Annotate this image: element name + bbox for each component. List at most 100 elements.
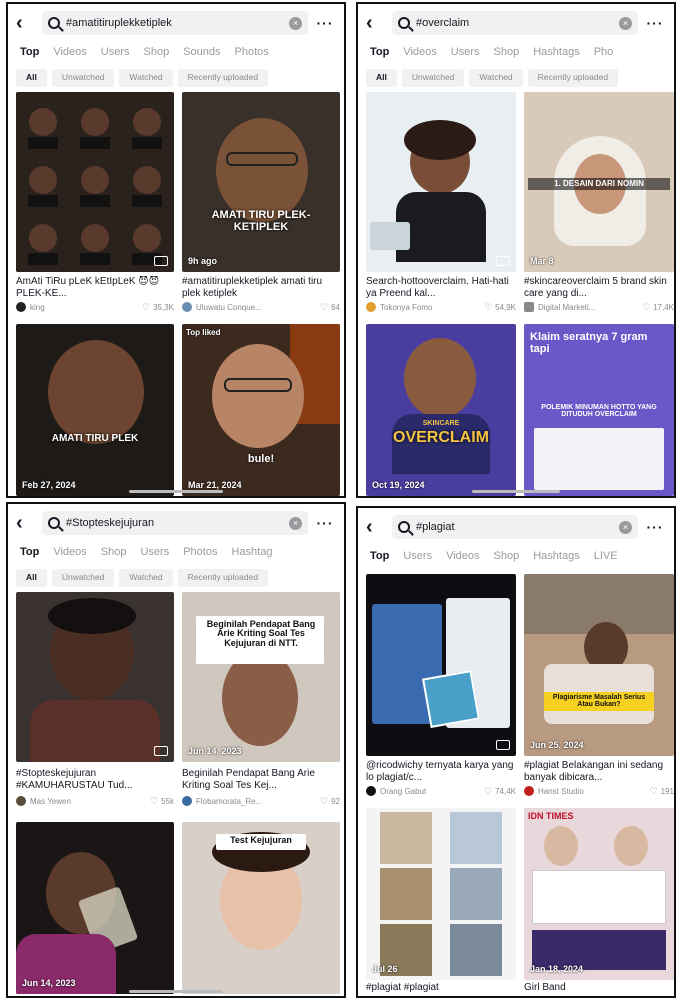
video-thumbnail[interactable]: Top liked bule! Mar 21, 2024 [182, 324, 340, 496]
tab-shop[interactable]: Shop [494, 546, 520, 570]
video-card[interactable]: Top liked bule! Mar 21, 2024 [182, 324, 340, 496]
chip-unwatched[interactable]: Unwatched [51, 569, 115, 587]
video-card[interactable]: AMATI TIRU PLEK-KETIPLEK 9h ago #amatiti… [182, 92, 340, 314]
clear-icon[interactable]: × [619, 520, 632, 534]
mute-icon[interactable] [496, 256, 510, 266]
clear-icon[interactable]: × [619, 16, 632, 30]
video-card[interactable]: Jul 26 #plagiat #plagiat [366, 808, 516, 994]
video-card[interactable]: AMATI TIRU PLEK Feb 27, 2024 [16, 324, 174, 496]
tab-videos[interactable]: Videos [446, 546, 479, 570]
chip-unwatched[interactable]: Unwatched [51, 69, 115, 87]
mute-icon[interactable] [154, 256, 168, 266]
tab-live[interactable]: LIVE [594, 546, 618, 570]
video-card[interactable]: Plagiarisme Masalah Serius Atau Bukan? J… [524, 574, 674, 800]
video-thumbnail[interactable]: Jun 14, 2023 [16, 822, 174, 994]
video-thumbnail[interactable] [366, 92, 516, 272]
username[interactable]: Digital Marketi... [538, 303, 642, 312]
video-thumbnail[interactable]: 1. DESAIN DARI NOMIN Mar 8 [524, 92, 674, 272]
tab-shop[interactable]: Shop [101, 542, 127, 566]
tab-top[interactable]: Top [20, 42, 39, 66]
tab-hashtags[interactable]: Hashtags [533, 546, 579, 570]
more-options-icon[interactable]: ··· [644, 15, 666, 31]
mute-icon[interactable] [154, 746, 168, 756]
username[interactable]: Uluwatu Conque... [196, 303, 320, 312]
video-thumbnail[interactable]: AMATI TIRU PLEK Feb 27, 2024 [16, 324, 174, 496]
video-thumbnail[interactable] [16, 592, 174, 762]
tab-top[interactable]: Top [370, 42, 389, 66]
username[interactable]: Tokonya Fomo [380, 303, 484, 312]
tab-videos[interactable]: Videos [53, 42, 86, 66]
tab-top[interactable]: Top [20, 542, 39, 566]
tab-top[interactable]: Top [370, 546, 389, 570]
video-card[interactable]: Klaim seratnya 7 gram tapi POLEMIK MINUM… [524, 324, 674, 496]
search-input[interactable]: #plagiat × [392, 515, 638, 539]
clear-icon[interactable]: × [289, 16, 302, 30]
chip-recently-uploaded[interactable]: Recently uploaded [527, 69, 619, 87]
username[interactable]: Flobamorata_Re... [196, 797, 320, 806]
tab-users[interactable]: Users [140, 542, 169, 566]
back-arrow-icon[interactable]: ‹ [366, 13, 386, 33]
video-card[interactable]: AmAti TiRu pLeK kEtIpLeK 😈😈 PLEK-KE... k… [16, 92, 174, 314]
chip-all[interactable]: All [16, 69, 47, 87]
chip-recently-uploaded[interactable]: Recently uploaded [177, 69, 269, 87]
search-input[interactable]: #Stopteskejujuran × [42, 511, 308, 535]
video-thumbnail[interactable]: IDN TIMES Jan 18, 2024 [524, 808, 674, 980]
tab-hashtags[interactable]: Hashtags [533, 42, 579, 66]
username[interactable]: Orang Gabut [380, 787, 484, 796]
avatar[interactable] [366, 302, 376, 312]
clear-icon[interactable]: × [289, 516, 302, 530]
video-thumbnail[interactable] [366, 574, 516, 756]
mute-icon[interactable] [496, 740, 510, 750]
back-arrow-icon[interactable]: ‹ [16, 13, 36, 33]
search-input[interactable]: #amatitiruplekketiplek × [42, 11, 308, 35]
tab-videos[interactable]: Videos [403, 42, 436, 66]
video-thumbnail[interactable]: Beginilah Pendapat Bang Arie Kriting Soa… [182, 592, 340, 762]
back-arrow-icon[interactable]: ‹ [16, 513, 36, 533]
tab-photos[interactable]: Photos [183, 542, 217, 566]
tab-users[interactable]: Users [451, 42, 480, 66]
tab-users[interactable]: Users [101, 42, 130, 66]
search-input[interactable]: #overclaim × [392, 11, 638, 35]
tab-sounds[interactable]: Sounds [183, 42, 220, 66]
back-arrow-icon[interactable]: ‹ [366, 517, 386, 537]
username[interactable]: Hanst Studio [538, 787, 650, 796]
tab-photos[interactable]: Photos [235, 42, 269, 66]
avatar[interactable] [182, 302, 192, 312]
video-thumbnail[interactable]: Plagiarisme Masalah Serius Atau Bukan? J… [524, 574, 674, 756]
tab-shop[interactable]: Shop [144, 42, 170, 66]
video-card[interactable]: Search-hottooverclaim. Hati-hati ya Pree… [366, 92, 516, 314]
username[interactable]: king [30, 303, 142, 312]
video-thumbnail[interactable]: Test Kejujuran [182, 822, 340, 994]
video-thumbnail[interactable]: Jul 26 [366, 808, 516, 980]
video-card[interactable]: 1. DESAIN DARI NOMIN Mar 8 #skincareover… [524, 92, 674, 314]
video-thumbnail[interactable]: Klaim seratnya 7 gram tapi POLEMIK MINUM… [524, 324, 674, 496]
video-thumbnail[interactable]: SKINCARE OVERCLAIM Oct 19, 2024 [366, 324, 516, 496]
tab-shop[interactable]: Shop [494, 42, 520, 66]
chip-all[interactable]: All [16, 569, 47, 587]
avatar[interactable] [524, 302, 534, 312]
chip-watched[interactable]: Watched [469, 69, 523, 87]
username[interactable]: Mas Yewen [30, 797, 150, 806]
chip-recently-uploaded[interactable]: Recently uploaded [177, 569, 269, 587]
more-options-icon[interactable]: ··· [314, 515, 336, 531]
tab-hashtags[interactable]: Hashtag [231, 542, 272, 566]
video-card[interactable]: Beginilah Pendapat Bang Arie Kriting Soa… [182, 592, 340, 814]
video-card[interactable]: SKINCARE OVERCLAIM Oct 19, 2024 [366, 324, 516, 496]
video-thumbnail[interactable]: AMATI TIRU PLEK-KETIPLEK 9h ago [182, 92, 340, 272]
more-options-icon[interactable]: ··· [314, 15, 336, 31]
more-options-icon[interactable]: ··· [644, 519, 666, 535]
tab-users[interactable]: Users [403, 546, 432, 570]
tab-photos[interactable]: Pho [594, 42, 614, 66]
tab-videos[interactable]: Videos [53, 542, 86, 566]
avatar[interactable] [16, 302, 26, 312]
video-card[interactable]: Test Kejujuran [182, 822, 340, 994]
chip-unwatched[interactable]: Unwatched [401, 69, 465, 87]
avatar[interactable] [366, 786, 376, 796]
video-card[interactable]: IDN TIMES Jan 18, 2024 Girl Band [524, 808, 674, 994]
chip-all[interactable]: All [366, 69, 397, 87]
chip-watched[interactable]: Watched [119, 69, 173, 87]
video-card[interactable]: #Stopteskejujuran #KAMUHARUSTAU Tud... M… [16, 592, 174, 814]
chip-watched[interactable]: Watched [119, 569, 173, 587]
video-card[interactable]: Jun 14, 2023 [16, 822, 174, 994]
avatar[interactable] [524, 786, 534, 796]
